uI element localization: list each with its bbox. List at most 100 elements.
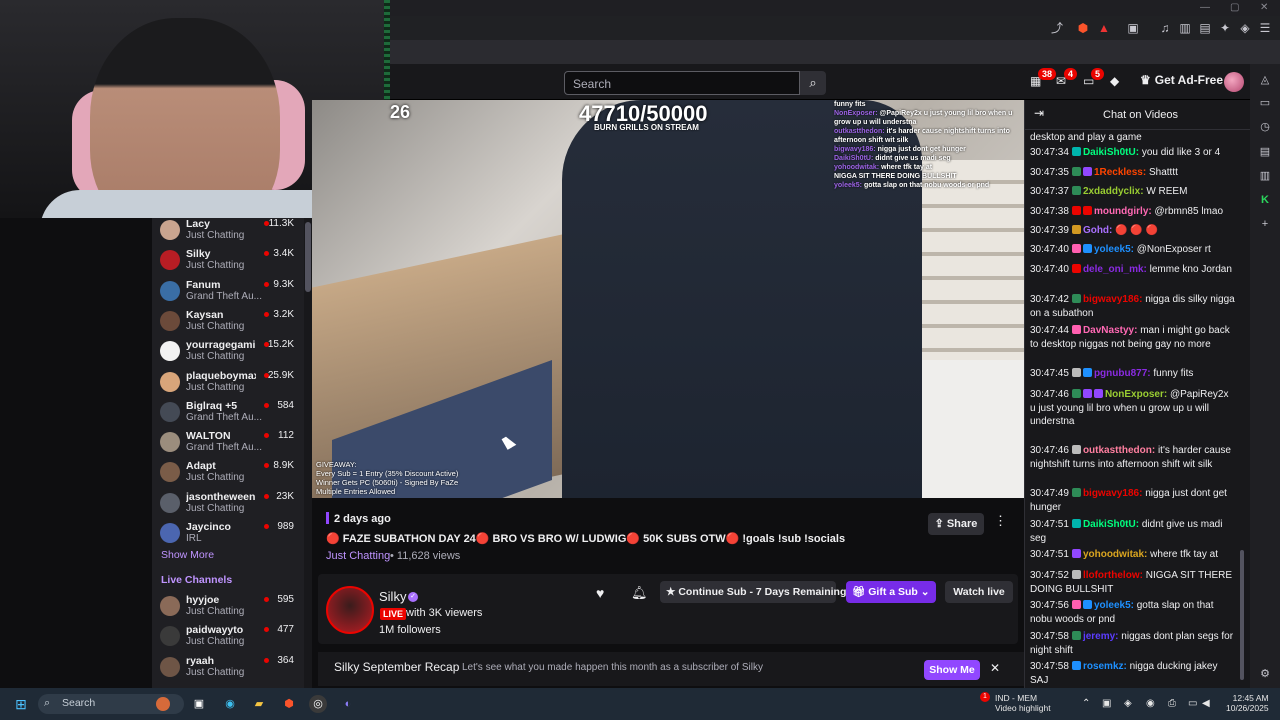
extensions-icon[interactable]: ✦ bbox=[1218, 21, 1232, 35]
search-button[interactable]: ⌕ bbox=[800, 71, 826, 95]
sidebar-channel-row[interactable]: Lacy Just Chatting 11.3K bbox=[160, 218, 300, 248]
chat-message: 30:47:52 lloforthelow: NIGGA SIT THERE DO… bbox=[1030, 569, 1236, 596]
share-button[interactable]: ⇪ Share bbox=[928, 513, 984, 535]
weather-icon[interactable] bbox=[156, 697, 170, 711]
sidebar-channel-row[interactable]: Jaycinco IRL 989 bbox=[160, 521, 300, 551]
obs-icon[interactable]: ◎ bbox=[309, 695, 327, 713]
sidebar-channel-row[interactable]: jasontheween Just Chatting 23K bbox=[160, 491, 300, 521]
sidebar-channel-row[interactable]: Adapt Just Chatting 8.9K bbox=[160, 460, 300, 490]
channel-name[interactable]: Silky bbox=[379, 589, 406, 604]
rail-ai-icon[interactable]: ◬ bbox=[1258, 73, 1272, 87]
collapse-chat-icon[interactable]: ⇥ bbox=[1034, 106, 1044, 120]
close-icon[interactable]: ✕ bbox=[990, 661, 1000, 675]
sidebar-channel-row[interactable]: Silky Just Chatting 3.4K bbox=[160, 248, 300, 278]
channel-avatar[interactable] bbox=[326, 586, 374, 634]
whispers-button[interactable]: ▭ 5 bbox=[1083, 68, 1105, 90]
sidebar-channel-row[interactable]: paidwayyto Just Chatting 477 bbox=[160, 624, 300, 654]
bits-button[interactable]: ◆ bbox=[1110, 74, 1128, 90]
tray-network-app-icon[interactable]: ◉ bbox=[1146, 698, 1155, 709]
tray-security-icon[interactable]: ◈ bbox=[1124, 698, 1132, 709]
task-view-icon[interactable]: ▣ bbox=[190, 695, 208, 713]
chat-username[interactable]: moundgirly: bbox=[1094, 206, 1152, 217]
minimize-icon[interactable]: — bbox=[1200, 2, 1210, 13]
brave-rewards-icon[interactable]: ▲ bbox=[1097, 21, 1111, 35]
chat-username[interactable]: DavNastyy: bbox=[1083, 325, 1137, 336]
sidebar-channel-row[interactable]: Biglraq +5 Grand Theft Au... 584 bbox=[160, 400, 300, 430]
continue-sub-button[interactable]: ★ Continue Sub - 7 Days Remaining bbox=[660, 581, 846, 603]
search-input[interactable]: Search bbox=[564, 71, 800, 95]
chat-username[interactable]: rosemkz: bbox=[1083, 661, 1127, 672]
sidebar-channel-row[interactable]: ryaah Just Chatting 364 bbox=[160, 655, 300, 685]
chat-timestamp: 30:47:58 bbox=[1030, 661, 1069, 672]
rail-tv-icon[interactable]: ▭ bbox=[1258, 96, 1272, 110]
windows-start-icon[interactable]: ⊞ bbox=[12, 695, 30, 713]
chat-username[interactable]: yoleek5: bbox=[1094, 600, 1134, 611]
edge-icon[interactable]: ◉ bbox=[221, 695, 239, 713]
sidebar-channel-row[interactable]: plaqueboymax Just Chatting 25.9K bbox=[160, 370, 300, 400]
sidebar-scroll-thumb[interactable] bbox=[305, 222, 311, 292]
rail-reading-icon[interactable]: ▥ bbox=[1258, 169, 1272, 183]
sidebar-channel-row[interactable]: hyyjoe Just Chatting 595 bbox=[160, 594, 300, 624]
wallet-icon[interactable]: ▤ bbox=[1198, 21, 1212, 35]
chat-username[interactable]: bigwavy186: bbox=[1083, 294, 1142, 305]
inbox-button[interactable]: ✉ 4 bbox=[1056, 68, 1078, 90]
sidebar-channel-row[interactable]: WALTON Grand Theft Au... 112 bbox=[160, 430, 300, 460]
get-ad-free-button[interactable]: ♛ Get Ad-Free bbox=[1140, 73, 1223, 87]
chat-message: 30:47:51 yohoodwitak: where tfk tay at bbox=[1030, 548, 1236, 562]
chat-username[interactable]: pgnubu877: bbox=[1094, 368, 1151, 379]
brave-icon[interactable]: ⬢ bbox=[280, 695, 298, 713]
chat-username[interactable]: lloforthelow: bbox=[1083, 570, 1143, 581]
tray-chevron-icon[interactable]: ⌃ bbox=[1082, 698, 1090, 709]
overlay-chat-user: outkastthedon: bbox=[834, 128, 885, 135]
discord-icon[interactable]: ◐ bbox=[339, 695, 357, 713]
sidebar-icon[interactable]: ▥ bbox=[1178, 21, 1192, 35]
chat-username[interactable]: outkastthedon: bbox=[1083, 445, 1155, 456]
chat-username[interactable]: 1Reckless: bbox=[1094, 167, 1146, 178]
speaker-icon[interactable]: ◀ bbox=[1202, 698, 1210, 709]
prime-loot-button[interactable]: ▦ 38 bbox=[1030, 68, 1057, 90]
file-explorer-icon[interactable]: ▰ bbox=[250, 695, 268, 713]
display-icon[interactable]: ▭ bbox=[1188, 698, 1197, 709]
chat-username[interactable]: Gohd: bbox=[1083, 225, 1112, 236]
rail-add-icon[interactable]: + bbox=[1258, 217, 1272, 231]
chat-username[interactable]: DaikiSh0tU: bbox=[1083, 519, 1139, 530]
sidebar-channel-row[interactable]: Fanum Grand Theft Au... 9.3K bbox=[160, 279, 300, 309]
video-category-link[interactable]: Just Chatting bbox=[326, 550, 390, 562]
taskbar-clock[interactable]: 12:45 AM 10/26/2025 bbox=[1226, 693, 1269, 713]
sidebar-channel-row[interactable]: yourragegami...Just Chatting 15.2K bbox=[160, 339, 300, 369]
chat-username[interactable]: dele_oni_mk: bbox=[1083, 264, 1147, 275]
chat-username[interactable]: bigwavy186: bbox=[1083, 488, 1142, 499]
sidebar-channel-row[interactable]: Kaysan Just Chatting 3.2K bbox=[160, 309, 300, 339]
music-icon[interactable]: ♫ bbox=[1158, 21, 1172, 35]
gift-sub-button[interactable]: 🎁︎ Gift a Sub ⌄ bbox=[846, 581, 936, 603]
microphone-icon[interactable]: ⎙ bbox=[1168, 698, 1176, 709]
close-icon[interactable]: ✕ bbox=[1260, 2, 1268, 13]
brave-shield-icon[interactable]: ⬢ bbox=[1076, 21, 1090, 35]
menu-icon[interactable]: ☰ bbox=[1258, 21, 1272, 35]
chat-scroll-thumb[interactable] bbox=[1240, 550, 1244, 680]
taskbar-news-widget[interactable]: IND - MEM Video highlight bbox=[995, 693, 1051, 713]
viewer-count: 112 bbox=[278, 430, 294, 442]
show-me-button[interactable]: Show Me bbox=[924, 660, 980, 680]
follow-heart-icon[interactable]: ♥ bbox=[596, 585, 604, 601]
show-more-link[interactable]: Show More bbox=[161, 549, 214, 561]
chat-username[interactable]: DaikiSh0tU: bbox=[1083, 147, 1139, 158]
rail-history-icon[interactable]: ◷ bbox=[1258, 120, 1272, 134]
rail-kick-icon[interactable]: K bbox=[1258, 193, 1272, 207]
pip-icon[interactable]: ▣ bbox=[1126, 21, 1140, 35]
chat-username[interactable]: yohoodwitak: bbox=[1083, 549, 1147, 560]
rail-notes-icon[interactable]: ▤ bbox=[1258, 145, 1272, 159]
chat-username[interactable]: jeremy: bbox=[1083, 631, 1119, 642]
rail-settings-icon[interactable]: ⚙ bbox=[1258, 667, 1272, 681]
notification-bell-icon[interactable]: 🔔︎ bbox=[631, 585, 648, 601]
vpn-icon[interactable]: ◈ bbox=[1238, 21, 1252, 35]
watch-live-button[interactable]: Watch live bbox=[945, 581, 1013, 603]
chat-username[interactable]: 2xdaddyclix: bbox=[1083, 186, 1144, 197]
user-avatar[interactable] bbox=[1224, 72, 1244, 92]
maximize-icon[interactable]: ▢ bbox=[1230, 2, 1239, 13]
more-options-icon[interactable]: ⋮ bbox=[994, 513, 1007, 529]
share-icon[interactable]: ⤴ bbox=[1050, 21, 1064, 35]
chat-username[interactable]: NonExposer: bbox=[1105, 389, 1167, 400]
chat-username[interactable]: yoleek5: bbox=[1094, 244, 1134, 255]
tray-app-icon[interactable]: ▣ bbox=[1102, 698, 1111, 709]
